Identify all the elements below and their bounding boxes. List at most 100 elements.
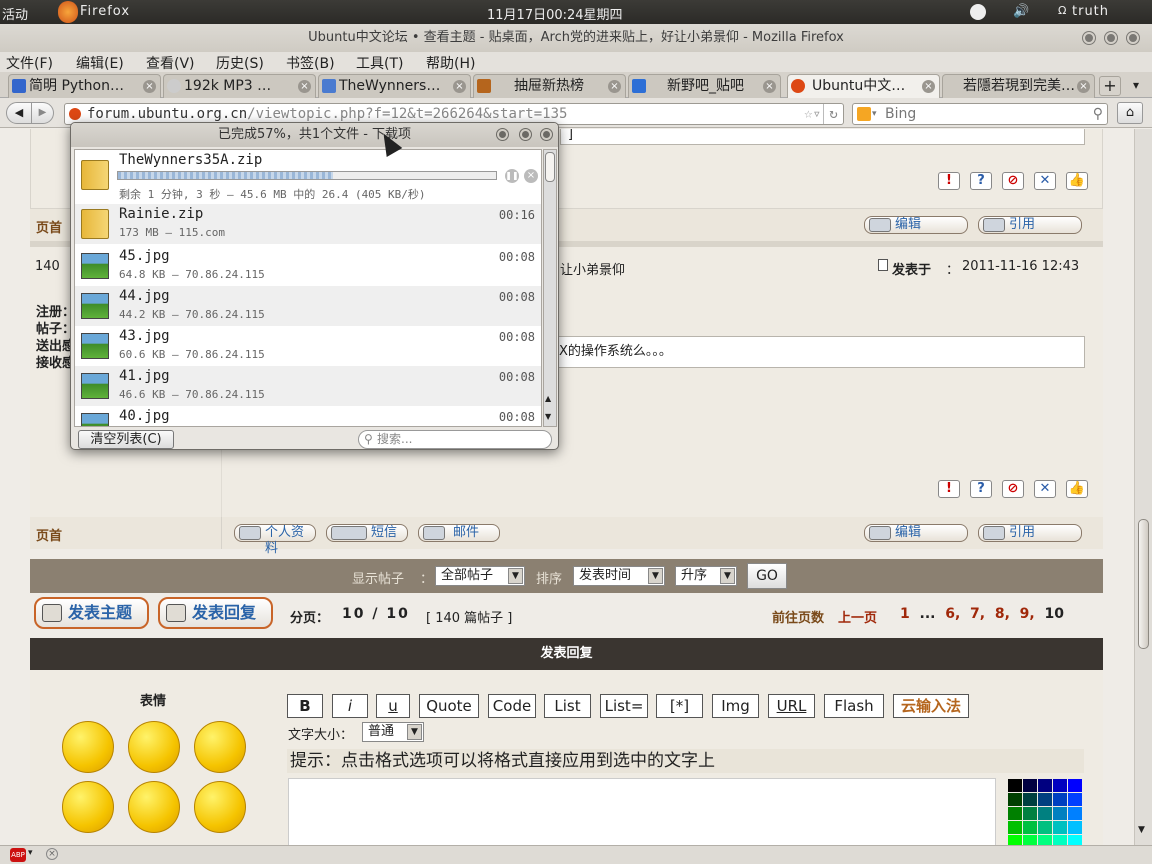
tab-close-icon[interactable]: × xyxy=(1077,80,1090,93)
underline-button[interactable]: u xyxy=(376,694,410,718)
new-tab-button[interactable]: + xyxy=(1099,76,1121,96)
tab-close-icon[interactable]: × xyxy=(298,80,311,93)
profile-button[interactable]: 个人资料 xyxy=(234,524,316,556)
tab-rainie[interactable]: 若隱若現到完美… × xyxy=(942,74,1095,98)
page-link-1[interactable]: 1 xyxy=(900,606,910,622)
tab-chouti[interactable]: 抽屉新热榜 × xyxy=(473,74,626,98)
warn-icon[interactable]: ⊘ xyxy=(1002,480,1024,498)
page-scrollbar[interactable]: ▼ xyxy=(1134,129,1152,845)
thumbs-up-icon[interactable]: 👍 xyxy=(1066,480,1088,498)
italic-button[interactable]: i xyxy=(332,694,368,718)
menu-help[interactable]: 帮助(H) xyxy=(426,53,475,73)
activities-button[interactable]: 活动 xyxy=(2,4,28,23)
menu-tools[interactable]: 工具(T) xyxy=(356,53,403,73)
download-item[interactable]: 41.jpg 00:08 46.6 KB — 70.86.24.115 xyxy=(75,366,541,406)
download-item[interactable]: Rainie.zip 00:16 173 MB — 115.com xyxy=(75,204,541,244)
reload-icon[interactable]: ↻ xyxy=(823,104,843,124)
report-icon[interactable]: ! xyxy=(938,172,960,190)
adblock-icon[interactable]: ABP xyxy=(10,848,26,862)
order-select[interactable]: 升序 ▼ xyxy=(675,566,737,586)
smiley-tongue-icon[interactable] xyxy=(128,721,180,773)
downloads-search-input[interactable]: ⚲ 搜索... xyxy=(358,430,552,449)
tab-close-icon[interactable]: × xyxy=(453,80,466,93)
quote-button[interactable]: 引用 xyxy=(978,216,1082,234)
search-bar[interactable]: ▾ Bing ⚲ xyxy=(852,103,1108,125)
edit-button[interactable]: 编辑 xyxy=(864,524,968,542)
scroll-down-icon[interactable]: ▼ xyxy=(1138,825,1145,835)
close-icon[interactable]: × xyxy=(46,848,58,860)
report-icon[interactable]: ! xyxy=(938,480,960,498)
code-button[interactable]: Code xyxy=(488,694,536,718)
scroll-down-icon[interactable]: ▼ xyxy=(545,412,551,421)
quote-button[interactable]: 引用 xyxy=(978,524,1082,542)
page-link-6[interactable]: 6, xyxy=(945,606,960,622)
smiley-happy-icon[interactable] xyxy=(62,721,114,773)
info-icon[interactable]: ? xyxy=(970,480,992,498)
cloud-ime-button[interactable]: 云输入法 xyxy=(893,694,969,718)
smiley-shout-icon[interactable] xyxy=(128,781,180,833)
tab-close-icon[interactable]: × xyxy=(143,80,156,93)
sort-select[interactable]: 发表时间 ▼ xyxy=(573,566,665,586)
download-item[interactable]: 45.jpg 00:08 64.8 KB — 70.86.24.115 xyxy=(75,246,541,286)
tab-ubuntu[interactable]: Ubuntu中文… × xyxy=(787,74,940,98)
app-menu[interactable]: Firefox xyxy=(80,4,130,19)
download-item[interactable]: 43.jpg 00:08 60.6 KB — 70.86.24.115 xyxy=(75,326,541,366)
delete-icon[interactable]: ✕ xyxy=(1034,172,1056,190)
message-textarea[interactable] xyxy=(288,778,996,845)
tab-close-icon[interactable]: × xyxy=(922,80,935,93)
tab-tieba[interactable]: 新野吧_贴吧 × xyxy=(628,74,781,98)
delete-icon[interactable]: ✕ xyxy=(1034,480,1056,498)
download-item[interactable]: 40.jpg 00:08 xyxy=(75,406,541,426)
email-button[interactable]: 邮件 xyxy=(418,524,500,542)
accessibility-icon[interactable] xyxy=(970,4,986,20)
list-button[interactable]: List xyxy=(544,694,591,718)
bookmark-star-icon[interactable]: ☆▿ xyxy=(804,104,821,124)
tab-python[interactable]: 简明 Python… × xyxy=(8,74,161,98)
close-button[interactable] xyxy=(1127,32,1139,44)
download-item[interactable]: TheWynners35A.zip ❚❚ × 剩余 1 分钟, 3 秒 — 45… xyxy=(75,150,541,204)
menu-history[interactable]: 历史(S) xyxy=(216,53,264,73)
edit-button[interactable]: 编辑 xyxy=(864,216,968,234)
maximize-button[interactable] xyxy=(1105,32,1117,44)
menu-file[interactable]: 文件(F) xyxy=(6,53,53,73)
list-item-button[interactable]: [*] xyxy=(656,694,703,718)
page-link-8[interactable]: 8, xyxy=(995,606,1010,622)
scroll-up-icon[interactable]: ▲ xyxy=(545,394,551,403)
tab-list-button[interactable]: ▾ xyxy=(1125,76,1147,96)
home-button[interactable]: ⌂ xyxy=(1117,102,1143,124)
chevron-down-icon[interactable]: ▾ xyxy=(28,848,33,858)
cancel-icon[interactable]: × xyxy=(524,169,538,183)
pm-button[interactable]: 短信 xyxy=(326,524,408,542)
tab-mp3[interactable]: 192k MP3 … × xyxy=(163,74,316,98)
post-title[interactable]: 让小弟景仰 xyxy=(560,259,625,278)
menu-edit[interactable]: 编辑(E) xyxy=(76,53,124,73)
downloads-scrollbar[interactable]: ▲ ▼ xyxy=(543,149,557,427)
pause-icon[interactable]: ❚❚ xyxy=(505,169,519,183)
volume-icon[interactable]: 🔊 xyxy=(1013,4,1029,19)
downloads-close-button[interactable] xyxy=(541,129,552,140)
tab-close-icon[interactable]: × xyxy=(608,80,621,93)
tab-thewynners[interactable]: TheWynners… × xyxy=(318,74,471,98)
scrollbar-thumb[interactable] xyxy=(545,152,555,182)
top-link[interactable]: 页首 xyxy=(36,525,62,544)
smiley-grin-icon[interactable] xyxy=(194,781,246,833)
user-menu[interactable]: truth xyxy=(1072,4,1109,19)
page-link-9[interactable]: 9, xyxy=(1020,606,1035,622)
url-button[interactable]: URL xyxy=(768,694,815,718)
clock[interactable]: 11月17日00:24星期四 xyxy=(487,4,623,23)
back-button[interactable]: ◀ xyxy=(6,102,32,124)
page-link-7[interactable]: 7, xyxy=(970,606,985,622)
bing-icon[interactable] xyxy=(857,107,871,121)
minimize-button[interactable] xyxy=(1083,32,1095,44)
forward-button[interactable]: ▶ xyxy=(32,102,54,124)
thumbs-up-icon[interactable]: 👍 xyxy=(1066,172,1088,190)
clear-list-button[interactable]: 清空列表(C) xyxy=(78,430,174,449)
downloads-minimize-button[interactable] xyxy=(497,129,508,140)
menu-view[interactable]: 查看(V) xyxy=(146,53,195,73)
bold-button[interactable]: B xyxy=(287,694,323,718)
flash-button[interactable]: Flash xyxy=(824,694,884,718)
menu-bookmarks[interactable]: 书签(B) xyxy=(286,53,335,73)
scrollbar-thumb[interactable] xyxy=(1138,519,1149,649)
ordered-list-button[interactable]: List= xyxy=(600,694,648,718)
filter-select[interactable]: 全部帖子 ▼ xyxy=(435,566,525,586)
